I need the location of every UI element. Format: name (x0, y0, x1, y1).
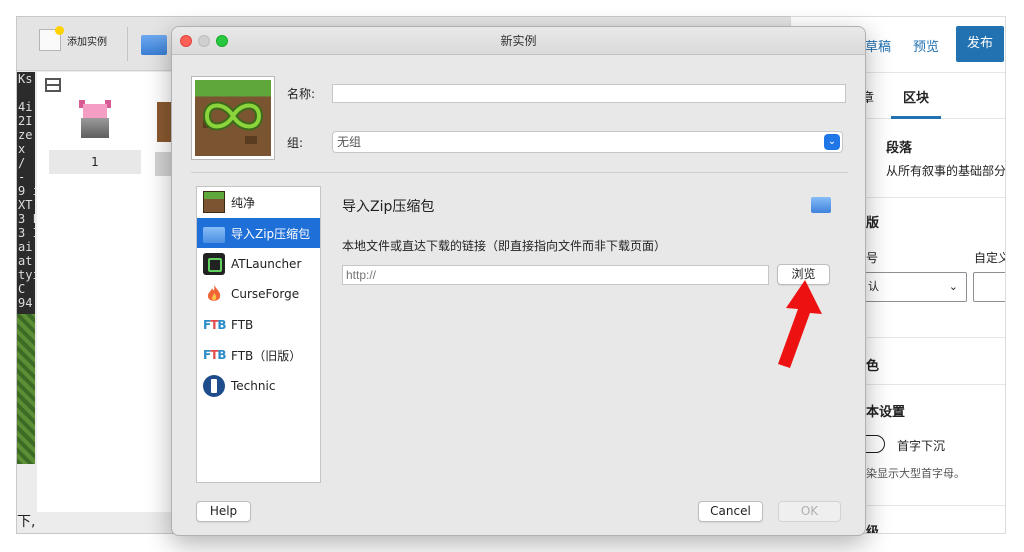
red-arrow-annotation (778, 280, 822, 368)
import-description: 本地文件或直达下载的链接（即直接指向文件而非下载页面） (342, 239, 667, 253)
font-size-select-value: 认 (868, 280, 879, 293)
instance-tile[interactable]: 1 (49, 100, 141, 174)
add-instance-button[interactable]: 添加实例 (39, 26, 107, 51)
atlauncher-icon (203, 253, 225, 275)
color-section-title[interactable]: 色 (866, 355, 879, 374)
chevron-down-icon: ⌄ (824, 134, 840, 150)
source-item-label: 纯净 (231, 195, 256, 210)
grass-block-infinity-icon (195, 80, 271, 156)
tab-block[interactable]: 区块 (903, 87, 929, 106)
cancel-button[interactable]: Cancel (698, 501, 763, 522)
source-item-ftb[interactable]: FTB FTB (197, 310, 320, 340)
axolotl-bucket-icon (77, 100, 113, 140)
ok-button[interactable]: OK (778, 501, 841, 522)
instance-label: 1 (49, 150, 141, 174)
background-grass (17, 314, 35, 464)
add-instance-label: 添加实例 (67, 36, 107, 48)
background-game-text: Ks 4i 2I ze x / - 9 i XT 3 F 3 I ai at t… (18, 72, 35, 352)
dialog-divider (191, 172, 848, 173)
text-settings-section-title[interactable]: 本设置 (866, 401, 905, 420)
custom-size-input[interactable] (973, 272, 1005, 302)
ftb-icon: FTB (203, 318, 227, 332)
name-label: 名称: (287, 87, 316, 101)
source-item-vanilla[interactable]: 纯净 (197, 187, 320, 217)
group-select-value: 无组 (337, 135, 362, 149)
toolbar-separator (127, 27, 128, 61)
source-item-label: CurseForge (231, 287, 300, 301)
ftb-legacy-icon: FTB (203, 348, 227, 362)
publish-button[interactable]: 发布 (956, 26, 1004, 62)
instance-name-input[interactable] (332, 84, 846, 103)
font-size-label: 号 (866, 251, 879, 265)
advanced-section-title[interactable]: 级 (866, 521, 879, 533)
source-item-label: ATLauncher (231, 257, 302, 271)
grid-view-icon[interactable] (45, 78, 61, 92)
save-draft-link[interactable]: 草稿 (865, 36, 891, 55)
source-item-ftb-legacy[interactable]: FTB FTB（旧版） (197, 340, 320, 370)
preview-link[interactable]: 预览 (913, 36, 939, 55)
source-item-atlauncher[interactable]: ATLauncher (197, 249, 320, 279)
drop-cap-help: 染显示大型首字母。 (866, 467, 965, 480)
add-instance-icon (39, 26, 64, 51)
background-text-fragment: 下, (17, 514, 36, 530)
typography-section-title[interactable]: 版 (866, 212, 879, 231)
block-title: 段落 (886, 141, 913, 156)
source-item-label: 导入Zip压缩包 (231, 226, 311, 241)
source-item-import-zip[interactable]: 导入Zip压缩包 (197, 218, 320, 248)
source-list: 纯净 导入Zip压缩包 ATLauncher CurseForge FTB FT… (196, 186, 321, 483)
block-description: 从所有叙事的基础部分 (886, 164, 1006, 178)
instance-icon-button[interactable] (191, 76, 275, 160)
dialog-titlebar: 新实例 (172, 27, 865, 55)
source-item-label: FTB (231, 318, 254, 332)
source-item-curseforge[interactable]: CurseForge (197, 279, 320, 309)
font-size-select[interactable]: 认 ⌄ (851, 272, 967, 302)
technic-icon (203, 375, 225, 397)
custom-size-label: 自定义 (974, 251, 1005, 265)
instance-grid: 1 (37, 72, 197, 512)
dialog-title: 新实例 (500, 34, 537, 48)
import-page-title: 导入Zip压缩包 (342, 199, 435, 215)
chevron-down-icon: ⌄ (948, 280, 958, 293)
source-item-label: FTB（旧版） (231, 348, 302, 363)
import-url-input[interactable] (342, 265, 769, 285)
folder-icon (203, 226, 225, 243)
folder-icon (811, 197, 831, 213)
grass-block-icon (203, 191, 225, 213)
active-tab-indicator (891, 116, 941, 119)
source-item-technic[interactable]: Technic (197, 371, 320, 401)
new-instance-dialog: 新实例 名称: 组: 无组 ⌄ 纯净 导入Zip压缩包 ATLauncher C… (171, 26, 866, 536)
curseforge-flame-icon (203, 283, 225, 305)
source-item-label: Technic (231, 379, 276, 393)
help-button[interactable]: Help (196, 501, 251, 522)
group-label: 组: (287, 136, 304, 150)
drop-cap-label: 首字下沉 (897, 439, 946, 453)
background-game-window: Ks 4i 2I ze x / - 9 i XT 3 F 3 I ai at t… (17, 72, 35, 464)
group-select[interactable]: 无组 ⌄ (332, 131, 843, 153)
folder-icon[interactable] (141, 35, 167, 55)
